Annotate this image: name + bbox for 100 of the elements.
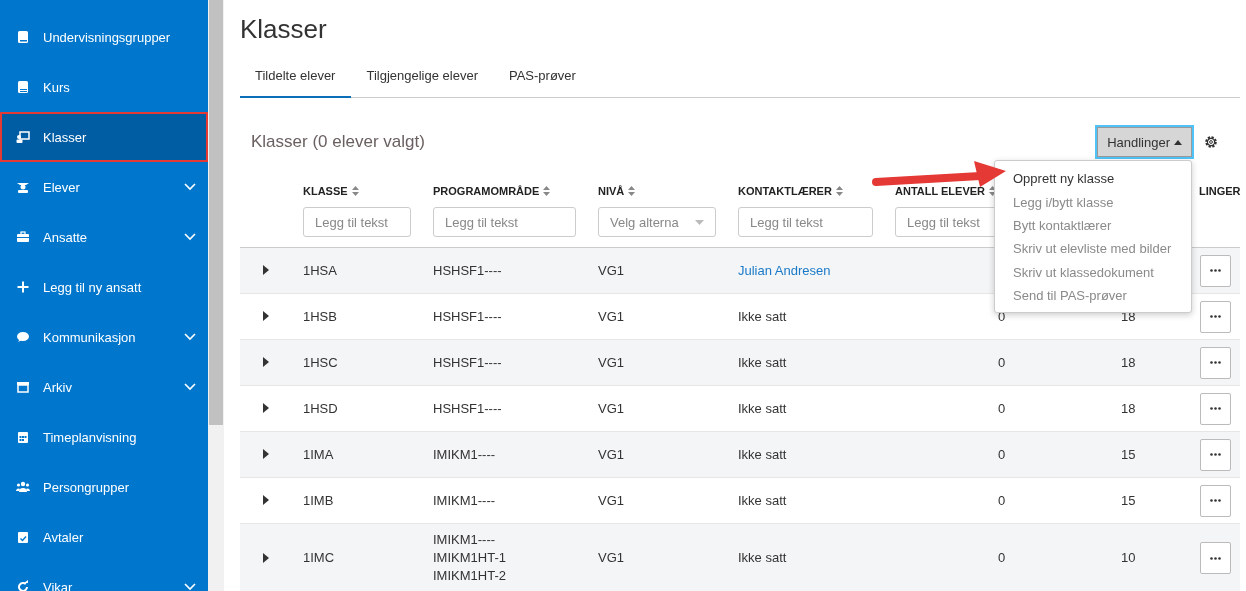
sort-icon[interactable] (351, 186, 359, 196)
sidebar-item[interactable]: Kurs (0, 62, 208, 112)
more-icon (1210, 499, 1221, 502)
expand-icon[interactable] (262, 403, 269, 413)
table-cell: HSHSF1---- (433, 353, 502, 372)
refresh-icon (16, 580, 30, 591)
table-cell: 1HSC (303, 354, 338, 370)
sort-icon[interactable] (543, 186, 551, 196)
table-cell: 10 (1121, 550, 1136, 565)
sidebar-item[interactable]: Ansatte (0, 212, 208, 262)
table-cell: 1HSD (303, 400, 338, 416)
menu-item[interactable]: Opprett ny klasse (995, 167, 1191, 191)
filter-field[interactable]: Legg til tekst (738, 207, 873, 237)
more-icon (1210, 269, 1221, 272)
sidebar-item[interactable]: Legg til ny ansatt (0, 262, 208, 312)
column-header[interactable]: LINGER (1199, 185, 1241, 197)
sidebar-item[interactable]: Undervisningsgrupper (0, 12, 208, 62)
table-cell: IMIKM1---- (433, 445, 496, 464)
expand-icon[interactable] (262, 495, 269, 505)
sidebar-item[interactable]: Timeplanvisning (0, 412, 208, 462)
table-cell: VG1 (598, 262, 624, 278)
sort-icon[interactable] (835, 186, 843, 196)
table-cell: 1IMA (303, 446, 334, 462)
table-cell: 0 (998, 446, 1006, 462)
table-cell: 1IMB (303, 492, 334, 508)
table-cell: Ikke satt (738, 400, 787, 416)
expand-icon[interactable] (262, 265, 269, 275)
select-field[interactable]: Velg alterna (598, 207, 716, 237)
sidebar-item[interactable]: Arkiv (0, 362, 208, 412)
table-cell: 0 (998, 550, 1006, 565)
table-cell: IMIKM1---- (433, 491, 496, 510)
briefcase-icon (16, 230, 30, 244)
table-cell: 18 (1121, 400, 1136, 416)
calendar-check-icon (16, 530, 30, 544)
sort-icon[interactable] (989, 186, 997, 196)
scrollbar-thumb[interactable] (209, 0, 223, 425)
table-cell: Ikke satt (738, 550, 787, 565)
table-cell: Ikke satt (738, 446, 787, 462)
more-button[interactable] (1200, 254, 1231, 287)
more-icon (1210, 315, 1221, 318)
tab[interactable]: PAS-prøver (494, 44, 592, 98)
teacher-link[interactable]: Julian Andresen (738, 262, 831, 278)
table-cell: VG1 (598, 446, 624, 462)
more-icon (1210, 556, 1221, 560)
sidebar-item[interactable]: Persongrupper (0, 462, 208, 512)
more-icon (1210, 407, 1221, 410)
archive-icon (16, 380, 30, 394)
table-cell: HSHSF1---- (433, 307, 502, 326)
calendar-icon (16, 430, 30, 444)
book-icon (16, 80, 30, 94)
table-cell: VG1 (598, 400, 624, 416)
scrollbar[interactable] (208, 0, 224, 591)
settings-icon[interactable] (1204, 135, 1218, 149)
more-button[interactable] (1200, 438, 1231, 471)
column-header[interactable]: ANTALL ELEVER (895, 185, 986, 197)
sidebar-item[interactable]: Elever (0, 162, 208, 212)
sidebar-item[interactable]: Klasser (0, 112, 208, 162)
table-cell: VG1 (598, 492, 624, 508)
caret-down-icon (695, 219, 704, 225)
expand-icon[interactable] (262, 357, 269, 367)
column-header[interactable]: KLASSE (303, 185, 348, 197)
tab[interactable]: Tilgjengelige elever (351, 44, 494, 98)
expand-icon[interactable] (262, 449, 269, 459)
table-cell: HSHSF1---- (433, 261, 502, 280)
people-icon (16, 480, 30, 494)
table-cell: 1HSA (303, 262, 337, 278)
sidebar-item[interactable]: Avtaler (0, 512, 208, 562)
section-title: Klasser (0 elever valgt) (250, 132, 426, 152)
filter-field[interactable]: Legg til tekst (433, 207, 576, 237)
presentation-icon (16, 130, 30, 144)
sidebar-item[interactable]: Kommunikasjon (0, 312, 208, 362)
expand-icon[interactable] (262, 552, 269, 563)
table-cell: VG1 (598, 550, 624, 565)
table-cell: IMIKM1---- (433, 531, 496, 549)
table-cell: 0 (998, 492, 1006, 508)
column-header[interactable]: NIVÅ (598, 185, 625, 197)
more-icon (1210, 361, 1221, 364)
sort-icon[interactable] (628, 186, 636, 196)
tab[interactable]: Tildelte elever (240, 44, 352, 98)
table-cell: 0 (998, 400, 1006, 416)
actions-button[interactable]: Handlinger (1097, 127, 1192, 157)
more-button[interactable] (1200, 484, 1231, 517)
expand-icon[interactable] (262, 311, 269, 321)
sidebar-item[interactable]: Vikar (0, 562, 208, 591)
more-button[interactable] (1200, 300, 1231, 333)
table-cell: 15 (1121, 492, 1136, 508)
table-cell: 1HSB (303, 308, 337, 324)
table-cell: 18 (1121, 354, 1136, 370)
more-button[interactable] (1200, 542, 1231, 574)
column-header[interactable]: KONTAKTLÆRER (738, 185, 832, 197)
filter-field[interactable]: Legg til tekst (303, 207, 411, 237)
table-cell: 1IMC (303, 550, 335, 565)
plus-icon (16, 280, 30, 294)
table-cell: 0 (998, 354, 1006, 370)
more-button[interactable] (1200, 346, 1231, 379)
column-header[interactable]: PROGRAMOMRÅDE (433, 185, 540, 197)
more-button[interactable] (1200, 392, 1231, 425)
table-cell: IMIKM1HT-1 (433, 549, 506, 567)
caret-up-icon (1174, 139, 1182, 145)
graduate-icon (16, 180, 30, 194)
